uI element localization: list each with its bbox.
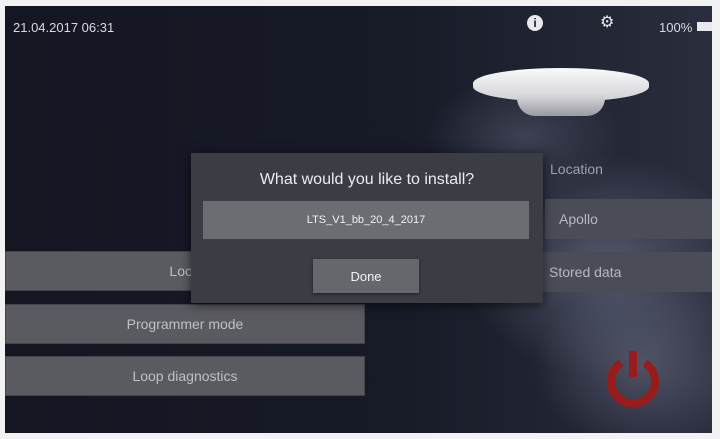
install-dialog: What would you like to install? LTS_V1_b… [191,153,543,303]
stored-data-button[interactable]: Stored data [535,252,712,292]
datetime: 21.04.2017 06:31 [13,20,115,35]
location-label[interactable]: Location [550,161,603,177]
smoke-detector-image [473,62,649,124]
dialog-title: What would you like to install? [259,171,475,188]
settings-gear-icon[interactable]: ⚙ [600,15,614,31]
device-frame: 21.04.2017 06:31 i ⚙ 100% Location Apoll… [0,0,720,439]
power-icon[interactable] [603,347,663,407]
battery-icon [697,22,712,31]
manufacturer-button[interactable]: Apollo [545,199,712,239]
info-icon[interactable]: i [527,15,543,31]
loop-diagnostics-button[interactable]: Loop diagnostics [5,356,365,396]
install-option-item[interactable]: LTS_V1_bb_20_4_2017 [203,201,529,239]
programmer-mode-button[interactable]: Programmer mode [5,304,365,344]
battery-percentage: 100% [659,20,693,35]
device-screen: 21.04.2017 06:31 i ⚙ 100% Location Apoll… [5,6,712,433]
done-button[interactable]: Done [313,259,419,293]
